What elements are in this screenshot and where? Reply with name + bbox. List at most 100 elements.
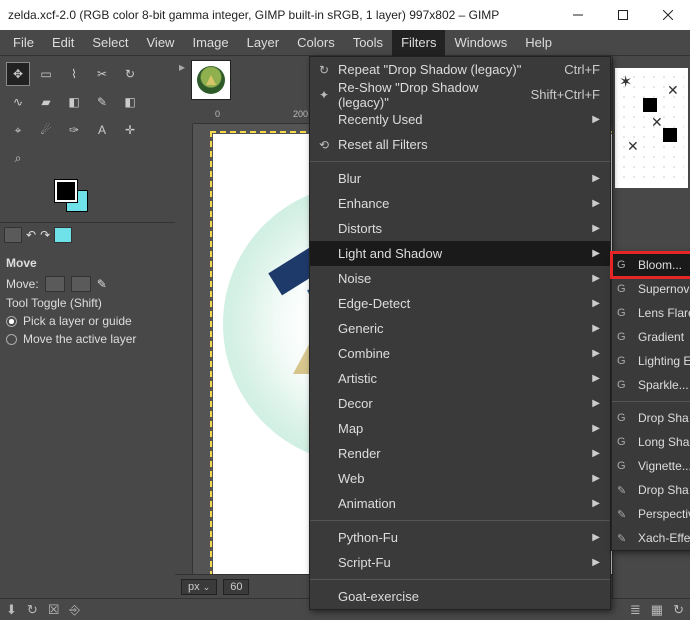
- opt-pick-layer[interactable]: Pick a layer or guide: [6, 312, 169, 330]
- ruler-toggle-icon[interactable]: ▸: [179, 60, 185, 74]
- filters-item-noise[interactable]: Noise▶: [310, 266, 610, 291]
- light-and-shadow-submenu: GBloom...GSupernovaGLens FlareGGradientG…: [611, 252, 690, 551]
- tool-clone[interactable]: ⌖: [6, 118, 30, 142]
- tool-gradient[interactable]: ◧: [62, 90, 86, 114]
- menu-file[interactable]: File: [4, 30, 43, 56]
- chevron-right-icon: ▶: [592, 398, 600, 409]
- submenu-item-lens-flare[interactable]: GLens Flare: [612, 301, 690, 325]
- menu-filters[interactable]: Filters: [392, 30, 445, 56]
- tool-crop[interactable]: ✂: [90, 62, 114, 86]
- filters-item-combine[interactable]: Combine▶: [310, 341, 610, 366]
- filters-item-web[interactable]: Web ▶: [310, 466, 610, 491]
- color-swatches[interactable]: [0, 176, 175, 222]
- filters-item-recently-used[interactable]: Recently Used▶: [310, 107, 610, 132]
- sb-list-icon[interactable]: ≣: [630, 602, 641, 618]
- dock-tab-2[interactable]: [54, 227, 72, 243]
- redo-icon[interactable]: ↷: [40, 228, 50, 242]
- move-mode-layer[interactable]: [45, 276, 65, 292]
- tool-move[interactable]: ✥: [6, 62, 30, 86]
- submenu-item-long-sha[interactable]: GLong Sha: [612, 430, 690, 454]
- filters-item-enhance[interactable]: Enhance▶: [310, 191, 610, 216]
- fg-color-swatch[interactable]: [55, 180, 77, 202]
- pattern-preview[interactable]: ✶ ✕ ✕ ✕: [615, 68, 688, 188]
- tool-color-picker[interactable]: ✛: [118, 118, 142, 142]
- menu-view[interactable]: View: [138, 30, 184, 56]
- filters-item-edge-detect[interactable]: Edge-Detect▶: [310, 291, 610, 316]
- menu-layer[interactable]: Layer: [238, 30, 289, 56]
- tool-text[interactable]: A: [90, 118, 114, 142]
- menu-windows[interactable]: Windows: [445, 30, 516, 56]
- submenu-item-perspective[interactable]: ✎Perspective: [612, 502, 690, 526]
- menu-help[interactable]: Help: [516, 30, 561, 56]
- submenu-item-vignette-[interactable]: GVignette...: [612, 454, 690, 478]
- tool-path[interactable]: ✑: [62, 118, 86, 142]
- chevron-right-icon: ▶: [592, 557, 600, 568]
- filters-item-repeat-drop-shadow-legacy-[interactable]: ↻Repeat "Drop Shadow (legacy)"Ctrl+F: [310, 57, 610, 82]
- tool-rotate[interactable]: ↻: [118, 62, 142, 86]
- filters-item-re-show-drop-shadow-legacy-[interactable]: ✦Re-Show "Drop Shadow (legacy)"Shift+Ctr…: [310, 82, 610, 107]
- filters-item-render[interactable]: Render▶: [310, 441, 610, 466]
- chevron-right-icon: ▶: [592, 473, 600, 484]
- submenu-item-supernova[interactable]: GSupernova: [612, 277, 690, 301]
- filters-item-animation[interactable]: Animation▶: [310, 491, 610, 516]
- filters-item-generic[interactable]: Generic▶: [310, 316, 610, 341]
- filters-item-reset-all-filters[interactable]: ⟲Reset all Filters: [310, 132, 610, 157]
- move-mode-path-icon[interactable]: ✎: [97, 277, 107, 291]
- move-mode-row: Move: ✎: [6, 274, 169, 294]
- menu-label: Web: [338, 471, 365, 486]
- submenu-item-bloom-[interactable]: GBloom...: [612, 253, 690, 277]
- menu-image[interactable]: Image: [183, 30, 237, 56]
- ruler-vertical[interactable]: [175, 124, 193, 598]
- minimize-button[interactable]: [555, 0, 600, 30]
- menu-edit[interactable]: Edit: [43, 30, 83, 56]
- menu-separator: [310, 579, 610, 580]
- submenu-item-lighting-e[interactable]: GLighting E: [612, 349, 690, 373]
- opt-move-active[interactable]: Move the active layer: [6, 330, 169, 348]
- unit-selector[interactable]: px ⌄: [181, 579, 217, 595]
- tool-eraser[interactable]: ◧: [118, 90, 142, 114]
- gegl-icon: G: [617, 331, 633, 343]
- filters-item-script-fu[interactable]: Script-Fu▶: [310, 550, 610, 575]
- submenu-item-gradient[interactable]: GGradient: [612, 325, 690, 349]
- filters-item-artistic[interactable]: Artistic▶: [310, 366, 610, 391]
- zoom-selector[interactable]: 60: [223, 579, 249, 595]
- submenu-item-drop-sha[interactable]: ✎Drop Sha: [612, 478, 690, 502]
- menu-label: Python-Fu: [338, 530, 398, 545]
- sb-delete-icon[interactable]: ☒: [48, 602, 60, 618]
- filters-item-map[interactable]: Map▶: [310, 416, 610, 441]
- maximize-button[interactable]: [600, 0, 645, 30]
- filters-item-blur[interactable]: Blur▶: [310, 166, 610, 191]
- undo-icon[interactable]: ↶: [26, 228, 36, 242]
- filters-item-decor[interactable]: Decor▶: [310, 391, 610, 416]
- dock-tab-1[interactable]: [4, 227, 22, 243]
- submenu-item-drop-sha[interactable]: GDrop Sha: [612, 406, 690, 430]
- sb-anchor-icon[interactable]: ⎆: [69, 602, 79, 618]
- menu-select[interactable]: Select: [83, 30, 137, 56]
- close-button[interactable]: [645, 0, 690, 30]
- sb-grid-icon[interactable]: ▦: [651, 602, 663, 618]
- filters-item-distorts[interactable]: Distorts▶: [310, 216, 610, 241]
- sb-refresh-icon[interactable]: ↻: [27, 602, 38, 618]
- menu-colors[interactable]: Colors: [288, 30, 344, 56]
- tool-free-select[interactable]: ⌇: [62, 62, 86, 86]
- filters-item-python-fu[interactable]: Python-Fu▶: [310, 525, 610, 550]
- filters-item-goat-exercise[interactable]: Goat-exercise: [310, 584, 610, 609]
- filters-item-light-and-shadow[interactable]: Light and Shadow▶: [310, 241, 610, 266]
- gegl-icon: ✎: [617, 532, 633, 545]
- tool-warp[interactable]: ∿: [6, 90, 30, 114]
- menu-tools[interactable]: Tools: [344, 30, 392, 56]
- tool-rect-select[interactable]: ▭: [34, 62, 58, 86]
- image-tab-thumb[interactable]: [191, 60, 231, 100]
- tool-smudge[interactable]: ☄: [34, 118, 58, 142]
- sb-download-icon[interactable]: ⬇: [6, 602, 17, 618]
- tool-pencil[interactable]: ✎: [90, 90, 114, 114]
- tool-zoom[interactable]: ⌕: [6, 146, 30, 170]
- submenu-item-sparkle-[interactable]: GSparkle...: [612, 373, 690, 397]
- sb-reload-icon[interactable]: ↻: [673, 602, 684, 618]
- chevron-right-icon: ▶: [592, 273, 600, 284]
- menu-label: Distorts: [338, 221, 382, 236]
- tool-bucket[interactable]: ▰: [34, 90, 58, 114]
- move-mode-selection[interactable]: [71, 276, 91, 292]
- submenu-item-xach-effe[interactable]: ✎Xach-Effe: [612, 526, 690, 550]
- cross-icon: ✕: [627, 138, 639, 155]
